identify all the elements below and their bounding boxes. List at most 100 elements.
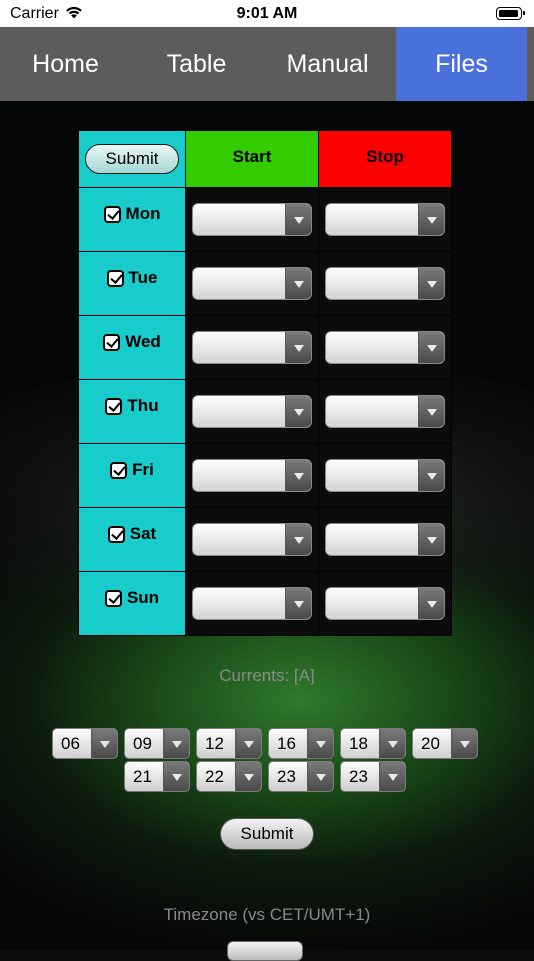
chevron-down-icon xyxy=(285,396,311,427)
current-select[interactable]: 22 xyxy=(196,761,262,792)
tab-home[interactable]: Home xyxy=(0,27,131,101)
start-select-fri[interactable] xyxy=(192,459,312,492)
stop-select-tue[interactable] xyxy=(325,267,445,300)
currents-label: Currents: [A] xyxy=(219,666,315,685)
stop-select-wed[interactable] xyxy=(325,331,445,364)
tab-manual[interactable]: Manual xyxy=(262,27,393,101)
table-row: Mon xyxy=(78,187,452,252)
current-select[interactable]: 20 xyxy=(412,728,478,759)
chevron-down-icon xyxy=(285,524,311,555)
day-cell-sun: Sun xyxy=(78,571,186,636)
stop-select-mon[interactable] xyxy=(325,203,445,236)
stop-cell xyxy=(318,507,452,572)
stop-header: Stop xyxy=(318,130,452,188)
day-label: Thu xyxy=(127,396,159,415)
start-select-thu[interactable] xyxy=(192,395,312,428)
top-nav: Home Table Manual Files xyxy=(0,27,534,101)
day-checkbox-wed[interactable] xyxy=(103,333,121,351)
chevron-down-icon xyxy=(285,268,311,299)
schedule-submit-button[interactable]: Submit xyxy=(85,144,179,174)
current-value: 23 xyxy=(277,767,296,786)
table-row: Tue xyxy=(78,251,452,316)
day-cell-mon: Mon xyxy=(78,187,186,252)
chevron-down-icon xyxy=(451,729,477,758)
chevron-down-icon xyxy=(418,524,444,555)
chevron-down-icon xyxy=(285,204,311,235)
start-select-sun[interactable] xyxy=(192,587,312,620)
schedule-header-row: Submit Start Stop xyxy=(78,130,452,188)
day-checkbox-mon[interactable] xyxy=(103,205,121,223)
chevron-down-icon xyxy=(379,762,405,791)
start-select-mon[interactable] xyxy=(192,203,312,236)
timezone-label: Timezone (vs CET/UMT+1) xyxy=(163,905,371,924)
chevron-down-icon xyxy=(235,729,261,758)
current-value: 21 xyxy=(133,767,152,786)
day-checkbox-tue[interactable] xyxy=(106,269,124,287)
start-cell xyxy=(185,507,319,572)
day-cell-tue: Tue xyxy=(78,251,186,316)
day-checkbox-thu[interactable] xyxy=(105,397,123,415)
chevron-down-icon xyxy=(418,204,444,235)
current-select[interactable]: 18 xyxy=(340,728,406,759)
current-select[interactable]: 09 xyxy=(124,728,190,759)
start-select-tue[interactable] xyxy=(192,267,312,300)
start-select-wed[interactable] xyxy=(192,331,312,364)
day-checkbox-sun[interactable] xyxy=(104,589,122,607)
day-checkbox-sat[interactable] xyxy=(107,525,125,543)
schedule-table: Submit Start Stop Mon Tue Wed Thu Fri Sa… xyxy=(78,130,452,636)
currents-submit-button[interactable]: Submit xyxy=(220,818,314,850)
stop-select-thu[interactable] xyxy=(325,395,445,428)
chevron-down-icon xyxy=(379,729,405,758)
current-value: 20 xyxy=(421,734,440,753)
day-label: Sun xyxy=(126,588,160,607)
start-cell xyxy=(185,443,319,508)
start-select-sat[interactable] xyxy=(192,523,312,556)
current-value: 18 xyxy=(349,734,368,753)
current-value: 12 xyxy=(205,734,224,753)
current-select[interactable]: 21 xyxy=(124,761,190,792)
stop-cell xyxy=(318,187,452,252)
stop-cell xyxy=(318,571,452,636)
chevron-down-icon xyxy=(418,396,444,427)
timezone-select[interactable] xyxy=(227,941,303,961)
current-value: 16 xyxy=(277,734,296,753)
day-cell-sat: Sat xyxy=(78,507,186,572)
table-row: Thu xyxy=(78,379,452,444)
chevron-down-icon xyxy=(307,762,333,791)
current-select[interactable]: 06 xyxy=(52,728,118,759)
current-select[interactable]: 12 xyxy=(196,728,262,759)
current-select[interactable]: 23 xyxy=(340,761,406,792)
tab-files[interactable]: Files xyxy=(396,27,527,101)
battery-icon xyxy=(496,7,525,20)
table-row: Fri xyxy=(78,443,452,508)
stop-cell xyxy=(318,443,452,508)
day-checkbox-fri[interactable] xyxy=(110,461,128,479)
stop-select-sun[interactable] xyxy=(325,587,445,620)
chevron-down-icon xyxy=(285,332,311,363)
start-header: Start xyxy=(185,130,319,188)
day-label: Mon xyxy=(125,204,161,223)
day-cell-thu: Thu xyxy=(78,379,186,444)
tab-table[interactable]: Table xyxy=(131,27,262,101)
current-select[interactable]: 16 xyxy=(268,728,334,759)
stop-select-sat[interactable] xyxy=(325,523,445,556)
table-row: Sun xyxy=(78,571,452,636)
day-cell-wed: Wed xyxy=(78,315,186,380)
stop-cell xyxy=(318,315,452,380)
chevron-down-icon xyxy=(418,588,444,619)
current-value: 06 xyxy=(61,734,80,753)
chevron-down-icon xyxy=(285,460,311,491)
day-label: Sat xyxy=(129,524,157,543)
current-select[interactable]: 23 xyxy=(268,761,334,792)
start-cell xyxy=(185,251,319,316)
table-row: Sat xyxy=(78,507,452,572)
chevron-down-icon xyxy=(418,268,444,299)
start-cell xyxy=(185,379,319,444)
day-cell-fri: Fri xyxy=(78,443,186,508)
chevron-down-icon xyxy=(91,729,117,758)
stop-select-fri[interactable] xyxy=(325,459,445,492)
day-label: Wed xyxy=(125,332,161,351)
status-bar: Carrier 9:01 AM xyxy=(0,0,534,27)
current-value: 22 xyxy=(205,767,224,786)
clock: 9:01 AM xyxy=(236,5,298,22)
